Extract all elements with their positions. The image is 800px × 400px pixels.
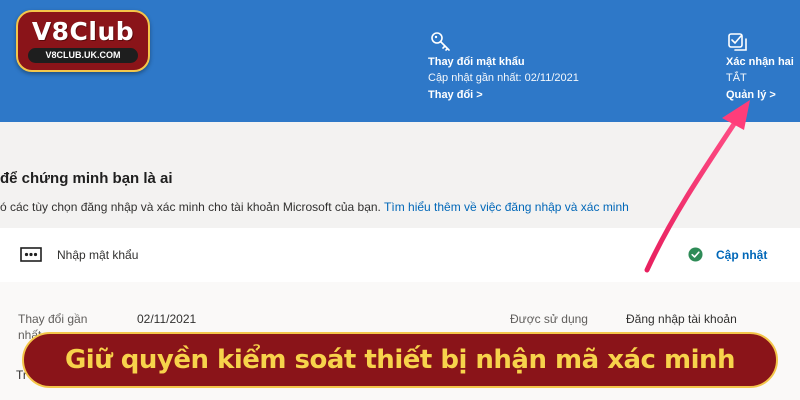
password-dots-icon [20,247,42,262]
logo-url: V8CLUB.UK.COM [28,48,138,63]
account-header: V8Club V8CLUB.UK.COM Thay đổi mật khẩu C… [0,0,800,122]
banner-text: Giữ quyền kiểm soát thiết bị nhận mã xác… [64,345,736,375]
change-password-link[interactable]: Thay đổi > [428,89,483,101]
change-password-title: Thay đổi mật khẩu [428,56,525,68]
two-step-title: Xác nhận hai [726,56,794,68]
update-password-link[interactable]: Cập nhật [716,248,767,262]
v8club-logo[interactable]: V8Club V8CLUB.UK.COM [16,10,150,72]
check-circle-icon [688,247,703,262]
section-heading: để chứng minh bạn là ai [0,170,173,187]
password-method-label: Nhập mật khẩu [57,248,139,262]
learn-more-link[interactable]: Tìm hiểu thêm về việc đăng nhập và xác m… [384,200,629,214]
key-icon [431,32,450,51]
password-method-row[interactable]: Nhập mật khẩu Cập nhật [0,228,800,282]
section-description: ó các tùy chọn đăng nhập và xác minh cho… [0,200,629,214]
used-label: Được sử dụng [510,312,588,326]
manage-link[interactable]: Quản lý > [726,89,776,101]
two-step-status: TẮT [726,72,747,84]
password-last-updated: Cập nhật gần nhất: 02/11/2021 [428,72,579,84]
logo-title: V8Club [31,17,135,46]
used-value: Đăng nhập tài khoản [626,312,737,326]
changed-label: Thay đổi gần [18,312,88,326]
changed-value: 02/11/2021 [137,312,197,326]
caption-banner: Giữ quyền kiểm soát thiết bị nhận mã xác… [22,332,778,388]
checkbox-icon [728,33,747,51]
description-text: ó các tùy chọn đăng nhập và xác minh cho… [0,200,381,214]
